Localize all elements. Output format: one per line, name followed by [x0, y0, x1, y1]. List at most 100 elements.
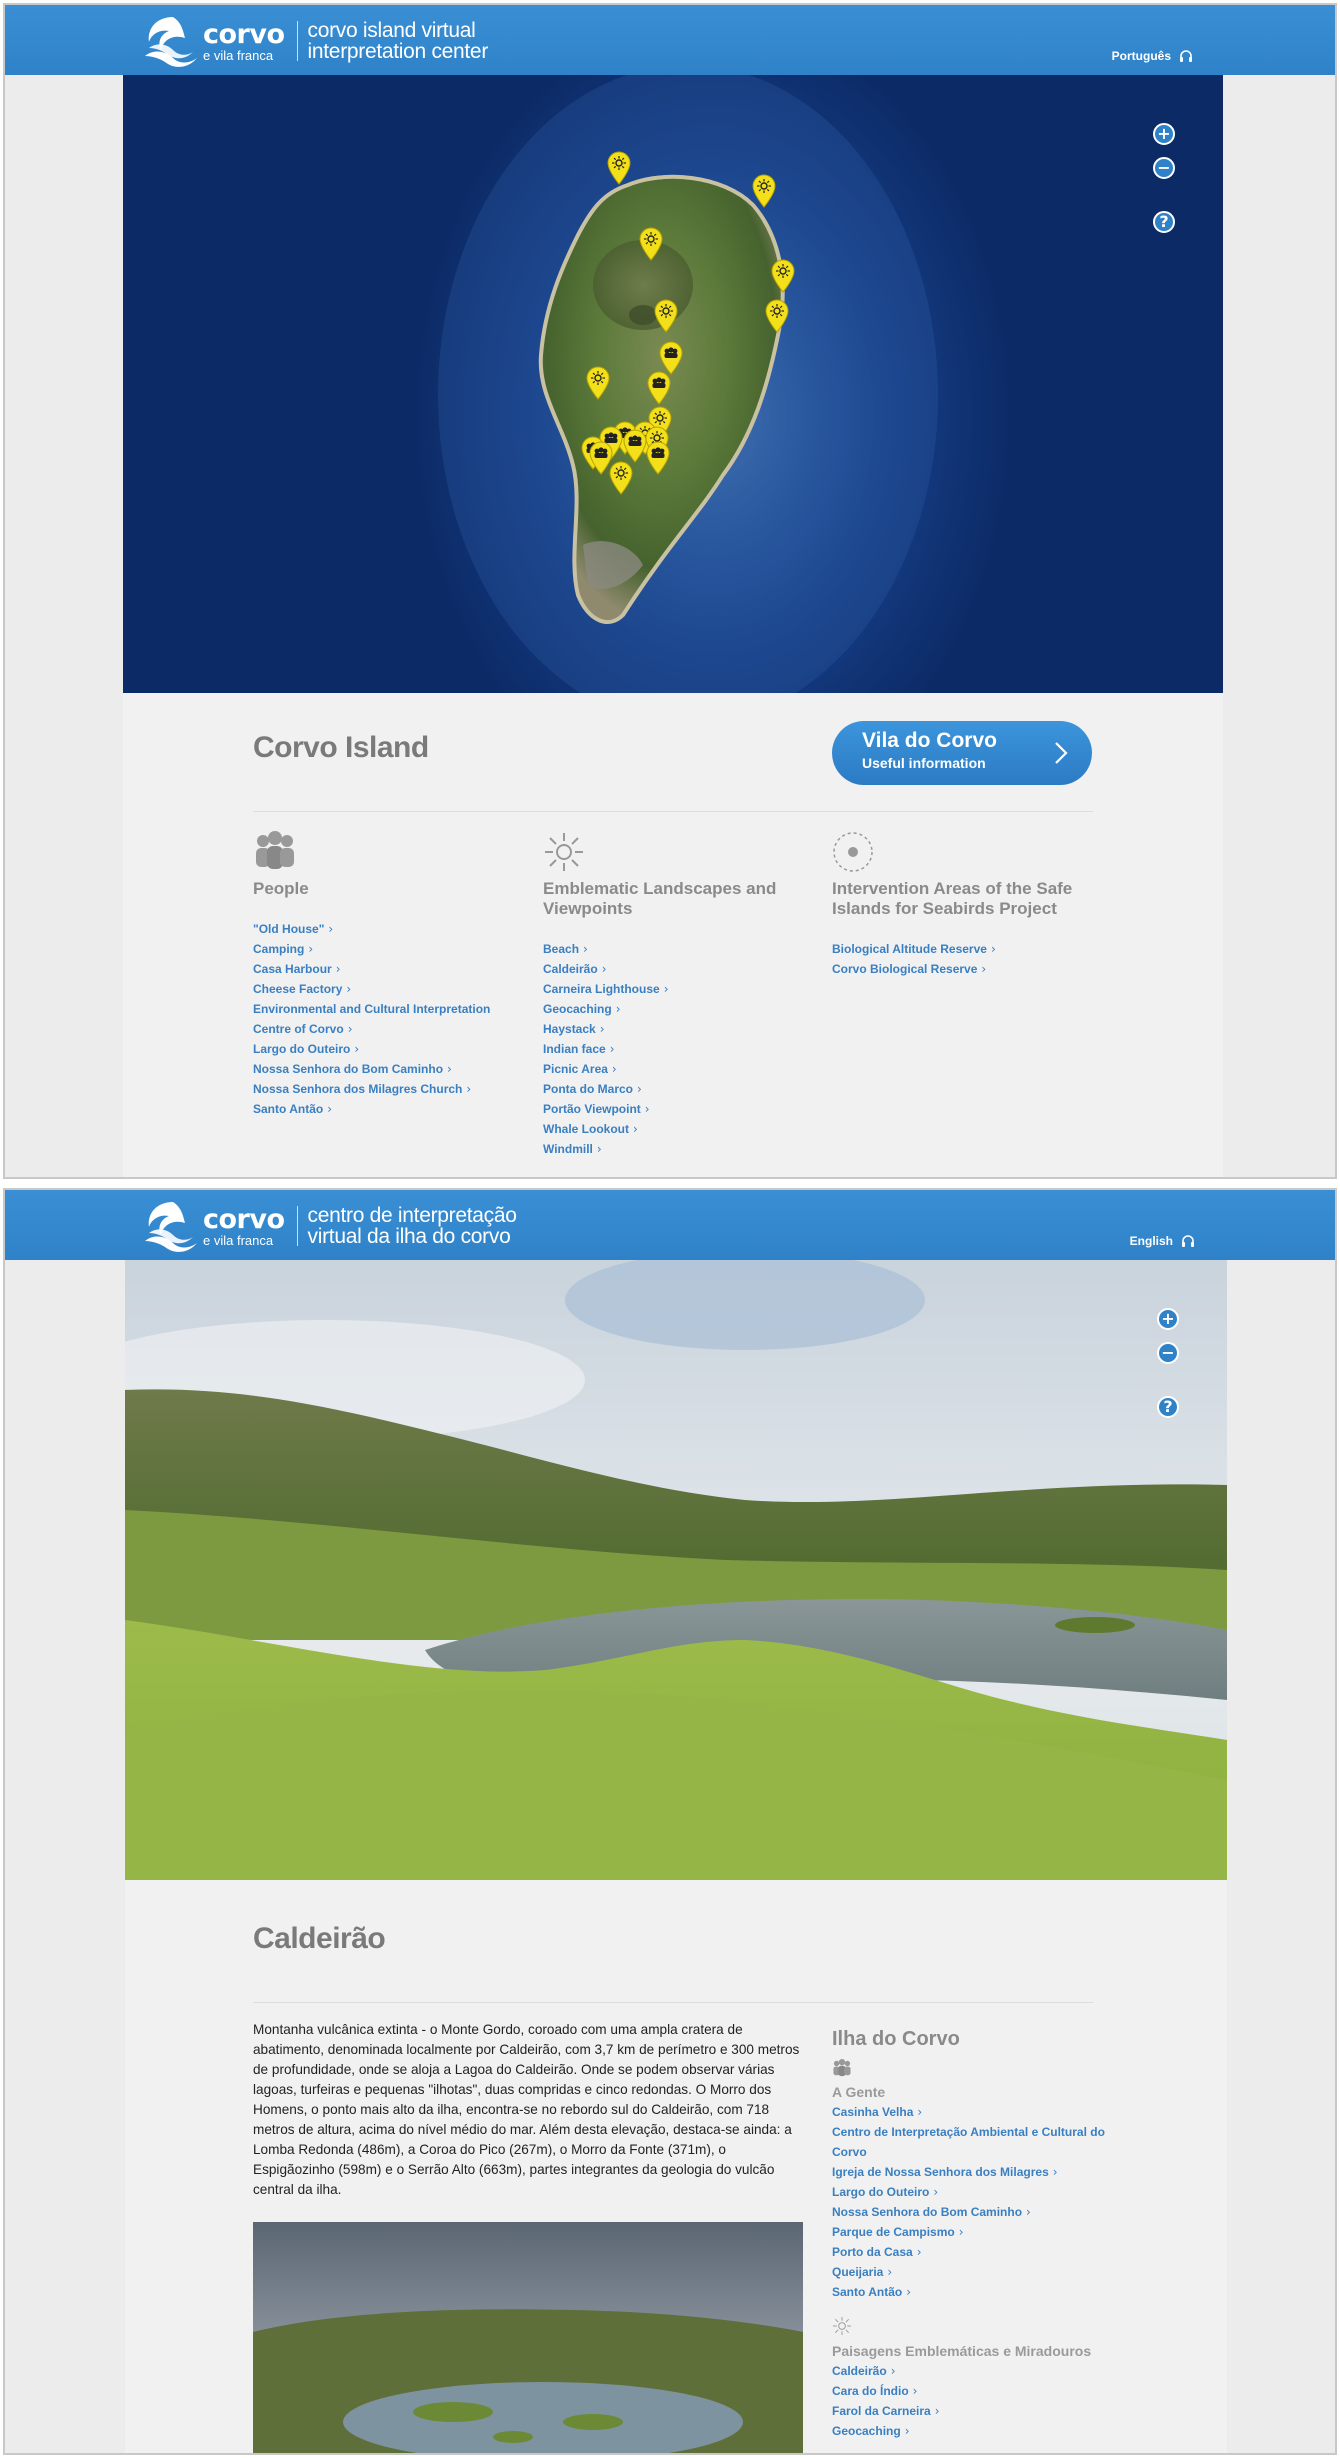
site-logo[interactable]: corvo e vila franca corvo island virtual…	[143, 13, 488, 69]
help-button[interactable]: ?	[1153, 211, 1175, 233]
logo-subtext: e vila franca	[203, 1232, 274, 1248]
zoom-out-button[interactable]: −	[1157, 1342, 1179, 1364]
nav-link[interactable]: Santo Antão ›	[832, 2282, 1122, 2302]
vila-do-corvo-button[interactable]: Vila do Corvo Useful information	[832, 721, 1092, 785]
viewpoint-marker-icon[interactable]	[638, 227, 664, 261]
chevron-right-icon: ›	[644, 1102, 650, 1116]
nav-link[interactable]: Farol da Carneira ›	[832, 2401, 1122, 2421]
nav-link-label: Haystack	[543, 1022, 596, 1036]
nav-link[interactable]: Casinha Velha ›	[832, 2102, 1122, 2122]
people-marker-icon[interactable]	[645, 441, 671, 475]
island-map[interactable]: + − ?	[123, 75, 1223, 693]
nav-link[interactable]: Biological Altitude Reserve ›	[832, 939, 1102, 959]
nav-link[interactable]: Largo do Outeiro ›	[832, 2182, 1122, 2202]
viewpoint-marker-icon[interactable]	[653, 299, 679, 333]
nav-link[interactable]: Geocaching ›	[543, 999, 813, 1019]
logo-word: corvo	[203, 1203, 285, 1235]
nav-link[interactable]: Haystack ›	[543, 1019, 813, 1039]
nav-link[interactable]: Carneira Lighthouse ›	[543, 979, 813, 999]
nav-link[interactable]: Beach ›	[543, 939, 813, 959]
panorama-photo[interactable]: + − ?	[125, 1260, 1227, 1880]
caldeirao-panorama-image	[125, 1260, 1227, 1880]
people-marker-icon[interactable]	[588, 441, 614, 475]
nav-link[interactable]: "Old House" ›	[253, 919, 523, 939]
chevron-right-icon: ›	[916, 2245, 922, 2259]
category-title: Emblematic Landscapes and Viewpoints	[543, 879, 813, 919]
site-tagline: centro de interpretação virtual da ilha …	[308, 1205, 517, 1247]
tagline-line-2: virtual da ilha do corvo	[307, 1225, 511, 1248]
nav-link[interactable]: Cheese Factory ›	[253, 979, 523, 999]
viewpoint-marker-icon[interactable]	[585, 366, 611, 400]
zoom-in-button[interactable]: +	[1157, 1308, 1179, 1330]
site-logo[interactable]: corvo e vila franca centro de interpreta…	[143, 1198, 517, 1254]
chevron-right-icon: ›	[583, 942, 588, 956]
nav-link-label: Caldeirão	[543, 962, 598, 976]
nav-link[interactable]: Portão Viewpoint ›	[543, 1099, 813, 1119]
nav-link[interactable]: Caldeirão ›	[543, 959, 813, 979]
nav-link[interactable]: Santo Antão ›	[253, 1099, 523, 1119]
chevron-right-icon: ›	[601, 962, 607, 976]
nav-link[interactable]: Porto da Casa ›	[832, 2242, 1122, 2262]
screenshot-english: corvo e vila franca corvo island virtual…	[3, 3, 1337, 1179]
sun-icon	[543, 831, 813, 871]
nav-link[interactable]: Nossa Senhora do Bom Caminho ›	[832, 2202, 1122, 2222]
viewpoint-marker-icon[interactable]	[751, 174, 777, 208]
nav-link[interactable]: Whale Lookout ›	[543, 1119, 813, 1139]
nav-link[interactable]: Centre of Corvo ›	[253, 1019, 523, 1039]
nav-link-label: Farol da Carneira	[832, 2404, 931, 2418]
sidebar-group-title: A Gente	[832, 2084, 886, 2100]
language-link[interactable]: English	[1130, 1234, 1173, 1248]
chevron-right-icon: ›	[466, 1082, 472, 1096]
nav-link[interactable]: Geocaching ›	[832, 2421, 1122, 2441]
nav-link-label: Biological Altitude Reserve	[832, 942, 987, 956]
sidebar-index: Ilha do Corvo A Gente Casinha Velha › Cent…	[832, 2028, 1122, 2441]
nav-link[interactable]: Nossa Senhora dos Milagres Church ›	[253, 1079, 523, 1099]
nav-link[interactable]: Windmill ›	[543, 1139, 813, 1159]
chevron-right-icon: ›	[328, 922, 334, 936]
nav-link[interactable]: Camping ›	[253, 939, 523, 959]
nav-link[interactable]: Nossa Senhora do Bom Caminho ›	[253, 1059, 523, 1079]
nav-link[interactable]: Picnic Area ›	[543, 1059, 813, 1079]
wave-logo-icon	[143, 14, 199, 68]
nav-link[interactable]: Cara do Índio ›	[832, 2381, 1122, 2401]
nav-link[interactable]: Ponta do Marco ›	[543, 1079, 813, 1099]
caldeirao-aerial-image	[253, 2222, 803, 2453]
category-landscapes: Emblematic Landscapes and Viewpoints Bea…	[543, 831, 813, 1159]
nav-link[interactable]: Parque de Campismo ›	[832, 2222, 1122, 2242]
nav-link[interactable]: Centro de Interpretação Ambiental e Cult…	[832, 2122, 1122, 2162]
help-button[interactable]: ?	[1157, 1396, 1179, 1418]
zoom-out-button[interactable]: −	[1153, 157, 1175, 179]
nav-link[interactable]: Queijaria ›	[832, 2262, 1122, 2282]
chevron-right-icon: ›	[887, 2265, 893, 2279]
caldeirao-photo[interactable]	[253, 2222, 803, 2453]
island-satellite-image	[438, 75, 938, 693]
nav-link-label: Casinha Velha	[832, 2105, 914, 2119]
nav-link-label: Centro de Interpretação Ambiental e Cult…	[832, 2125, 1105, 2159]
zoom-in-button[interactable]: +	[1153, 123, 1175, 145]
nav-link[interactable]: Indian face ›	[543, 1039, 813, 1059]
nav-link-label: Nossa Senhora do Bom Caminho	[253, 1062, 444, 1076]
nav-link[interactable]: Corvo Biological Reserve ›	[832, 959, 1102, 979]
nav-link[interactable]: Environmental and Cultural Interpretatio…	[253, 999, 523, 1019]
viewpoint-marker-icon[interactable]	[764, 299, 790, 333]
chevron-right-icon: ›	[912, 2384, 918, 2398]
nav-link-label: Nossa Senhora do Bom Caminho	[832, 2205, 1023, 2219]
nav-link-label: Portão Viewpoint	[543, 1102, 641, 1116]
language-link[interactable]: Português	[1112, 49, 1171, 63]
language-switch[interactable]: English	[1130, 1234, 1195, 1248]
people-marker-icon[interactable]	[646, 371, 672, 405]
language-switch[interactable]: Português	[1112, 49, 1193, 63]
nav-link[interactable]: Casa Harbour ›	[253, 959, 523, 979]
nav-link-label: Igreja de Nossa Senhora dos Milagres	[832, 2165, 1049, 2179]
nav-link-label: Porto da Casa	[832, 2245, 913, 2259]
nav-link-label: Beach	[543, 942, 580, 956]
screenshot-portuguese: corvo e vila franca centro de interpreta…	[3, 1188, 1337, 2455]
category-title-line-2: Viewpoints	[543, 899, 633, 918]
viewpoint-marker-icon[interactable]	[770, 259, 796, 293]
nav-link[interactable]: Igreja de Nossa Senhora dos Milagres ›	[832, 2162, 1122, 2182]
viewpoint-marker-icon[interactable]	[606, 151, 632, 185]
nav-link[interactable]: Caldeirão ›	[832, 2361, 1122, 2381]
nav-link[interactable]: Largo do Outeiro ›	[253, 1039, 523, 1059]
people-marker-icon[interactable]	[658, 341, 684, 375]
chevron-right-icon: ›	[615, 1002, 621, 1016]
